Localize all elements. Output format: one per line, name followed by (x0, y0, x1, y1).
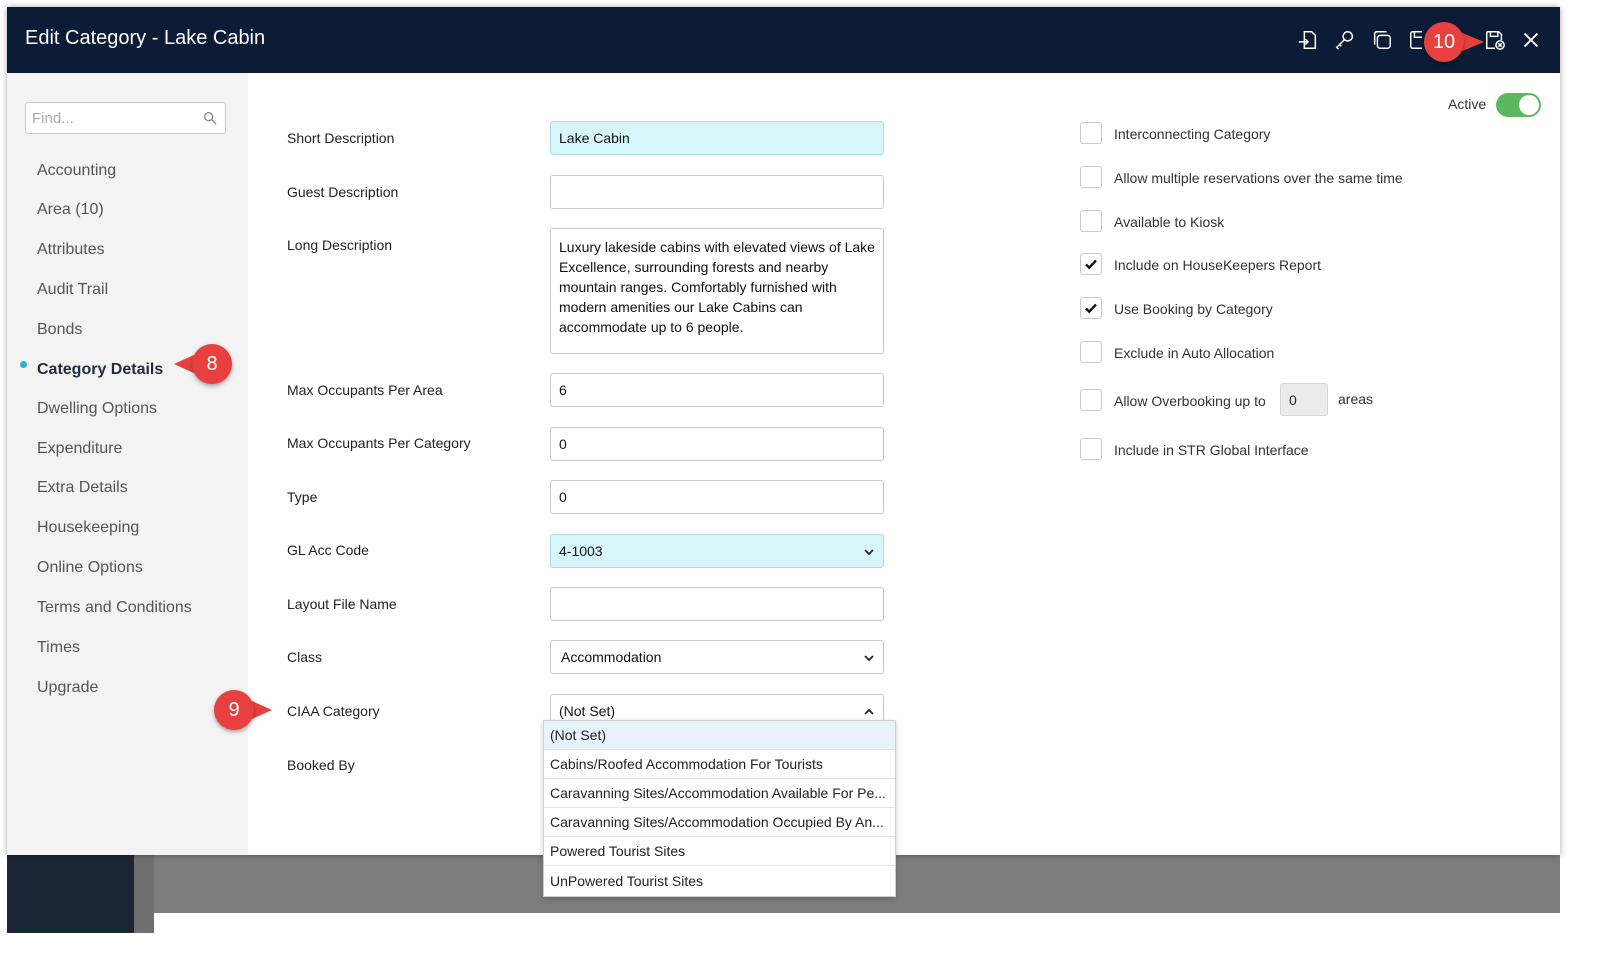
max-occupants-category-input[interactable]: 0 (550, 427, 884, 461)
dropdown-option[interactable]: Caravanning Sites/Accommodation Availabl… (544, 779, 895, 808)
exclude-auto-allocation-label: Exclude in Auto Allocation (1114, 345, 1275, 361)
chevron-up-icon (863, 705, 875, 717)
sidebar-item-attributes[interactable]: Attributes (37, 241, 105, 259)
include-str-global-label: Include in STR Global Interface (1114, 442, 1309, 458)
chevron-down-icon (863, 545, 875, 557)
sidebar-item-audit-trail[interactable]: Audit Trail (37, 281, 108, 299)
sidebar-item-terms-and-conditions[interactable]: Terms and Conditions (37, 599, 192, 617)
ciaa-category-value: (Not Set) (559, 703, 616, 719)
class-value: Accommodation (561, 649, 662, 665)
use-booking-by-category-checkbox[interactable] (1080, 297, 1102, 319)
sidebar-item-bonds[interactable]: Bonds (37, 321, 82, 339)
active-label: Active (1448, 96, 1487, 112)
guest-description-label: Guest Description (287, 184, 399, 200)
background-app-sidebar (7, 855, 134, 933)
callout-8: 8 (174, 344, 240, 384)
checkmark-icon (1085, 303, 1097, 314)
interconnecting-category-label: Interconnecting Category (1114, 126, 1271, 142)
available-to-kiosk-label: Available to Kiosk (1114, 214, 1225, 230)
exclude-auto-allocation-checkbox[interactable] (1080, 341, 1102, 363)
long-description-label: Long Description (287, 237, 393, 253)
search-icon[interactable] (202, 110, 218, 126)
sidebar-item-upgrade[interactable]: Upgrade (37, 679, 98, 697)
max-occupants-category-label: Max Occupants Per Category (287, 435, 471, 451)
main-content: Short Description Lake Cabin Guest Descr… (248, 73, 1560, 855)
layout-file-input[interactable] (550, 587, 884, 621)
sidebar-item-category-details[interactable]: Category Details (37, 361, 163, 379)
key-icon[interactable] (1334, 29, 1356, 51)
toggle-knob (1519, 95, 1539, 115)
sidebar-item-extra-details[interactable]: Extra Details (37, 479, 128, 497)
save-close-icon[interactable] (1484, 29, 1506, 51)
guest-description-input[interactable] (550, 175, 884, 209)
interconnecting-category-checkbox[interactable] (1080, 122, 1102, 144)
dropdown-option[interactable]: (Not Set) (544, 721, 895, 750)
allow-overbooking-label: Allow Overbooking up to (1114, 393, 1266, 409)
background-app-gap (134, 855, 154, 933)
gl-acc-code-value: 4-1003 (559, 543, 603, 559)
gl-acc-code-label: GL Acc Code (287, 542, 369, 558)
long-description-textarea[interactable]: Luxury lakeside cabins with elevated vie… (550, 228, 884, 354)
available-to-kiosk-checkbox[interactable] (1080, 210, 1102, 232)
type-input[interactable]: 0 (550, 480, 884, 514)
active-indicator (20, 361, 27, 368)
use-booking-by-category-label: Use Booking by Category (1114, 301, 1273, 317)
title-bar: Edit Category - Lake Cabin (7, 7, 1560, 73)
allow-multiple-reservations-checkbox[interactable] (1080, 166, 1102, 188)
save-icon[interactable] (1408, 29, 1422, 51)
class-label: Class (287, 649, 323, 665)
callout-9-number: 9 (214, 690, 254, 730)
include-housekeepers-checkbox[interactable] (1080, 253, 1102, 275)
import-icon[interactable] (1297, 29, 1319, 51)
sidebar-item-accounting[interactable]: Accounting (37, 162, 116, 180)
allow-overbooking-checkbox[interactable] (1080, 389, 1102, 411)
class-select[interactable]: Accommodation (550, 640, 884, 674)
dialog-title: Edit Category - Lake Cabin (25, 27, 266, 49)
chevron-down-icon (863, 651, 875, 663)
max-occupants-area-label: Max Occupants Per Area (287, 382, 443, 398)
callout-9: 9 (214, 690, 272, 730)
ciaa-category-dropdown: (Not Set) Cabins/Roofed Accommodation Fo… (543, 720, 896, 897)
type-label: Type (287, 489, 318, 505)
booked-by-label: Booked By (287, 757, 355, 773)
sidebar-item-times[interactable]: Times (37, 639, 80, 657)
callout-10-number: 10 (1424, 22, 1464, 62)
callout-8-number: 8 (192, 344, 232, 384)
gl-acc-code-select[interactable]: 4-1003 (550, 534, 884, 568)
active-toggle[interactable] (1496, 93, 1541, 117)
layout-file-label: Layout File Name (287, 596, 397, 612)
sidebar-item-housekeeping[interactable]: Housekeeping (37, 519, 139, 537)
copy-icon[interactable] (1371, 29, 1393, 51)
include-str-global-checkbox[interactable] (1080, 438, 1102, 460)
include-housekeepers-label: Include on HouseKeepers Report (1114, 257, 1322, 273)
sidebar-item-area[interactable]: Area (10) (37, 201, 104, 219)
callout-10: 10 (1424, 22, 1484, 62)
short-description-input[interactable]: Lake Cabin (550, 121, 884, 155)
sidebar-item-expenditure[interactable]: Expenditure (37, 440, 122, 458)
ciaa-category-label: CIAA Category (287, 703, 380, 719)
sidebar: Accounting Area (10) Attributes Audit Tr… (7, 73, 248, 855)
dropdown-option[interactable]: Caravanning Sites/Accommodation Occupied… (544, 808, 895, 837)
short-description-label: Short Description (287, 130, 395, 146)
dropdown-option[interactable]: UnPowered Tourist Sites (544, 866, 895, 895)
checkmark-icon (1085, 259, 1097, 270)
dropdown-option[interactable]: Powered Tourist Sites (544, 837, 895, 866)
max-occupants-area-input[interactable]: 6 (550, 373, 884, 407)
allow-multiple-reservations-label: Allow multiple reservations over the sam… (1114, 170, 1403, 186)
overbooking-unit-label: areas (1338, 391, 1374, 407)
search-input[interactable] (25, 102, 226, 134)
dropdown-option[interactable]: Cabins/Roofed Accommodation For Tourists (544, 750, 895, 779)
close-icon[interactable] (1520, 29, 1542, 51)
overbooking-areas-input[interactable]: 0 (1280, 383, 1328, 416)
sidebar-item-online-options[interactable]: Online Options (37, 559, 143, 577)
sidebar-item-dwelling-options[interactable]: Dwelling Options (37, 400, 157, 418)
